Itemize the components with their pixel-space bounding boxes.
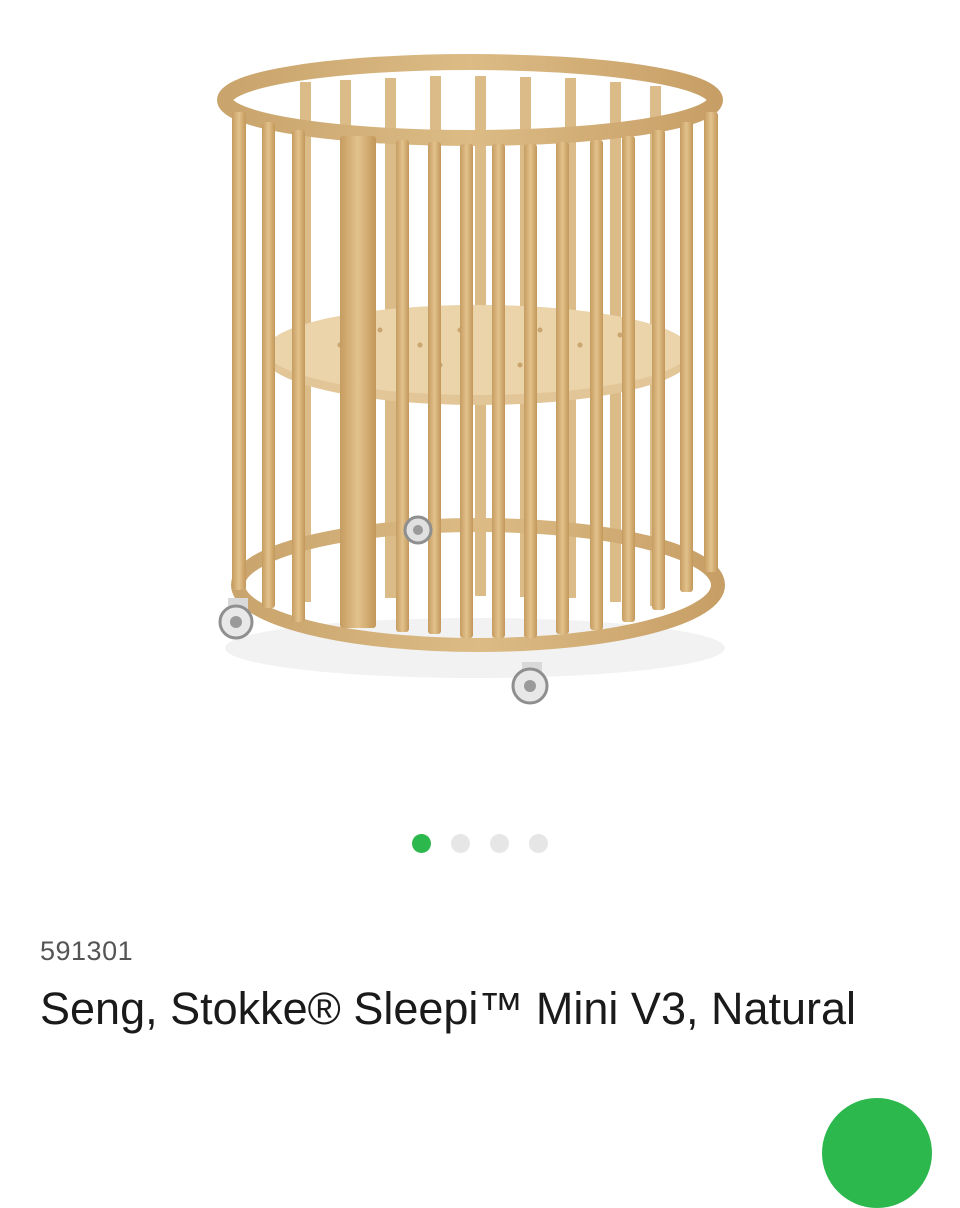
crib-illustration [217, 54, 725, 705]
carousel-dot-1[interactable] [412, 834, 431, 853]
product-image[interactable] [0, 0, 960, 800]
article-number: 591301 [40, 936, 134, 966]
image-carousel-dots [0, 834, 960, 853]
product-title: Seng, Stokke® Sleepi™ Mini V3, Natural [40, 983, 857, 1034]
carousel-dot-3[interactable] [490, 834, 509, 853]
carousel-dot-2[interactable] [451, 834, 470, 853]
green-action-button[interactable] [822, 1098, 932, 1208]
carousel-dot-4[interactable] [529, 834, 548, 853]
